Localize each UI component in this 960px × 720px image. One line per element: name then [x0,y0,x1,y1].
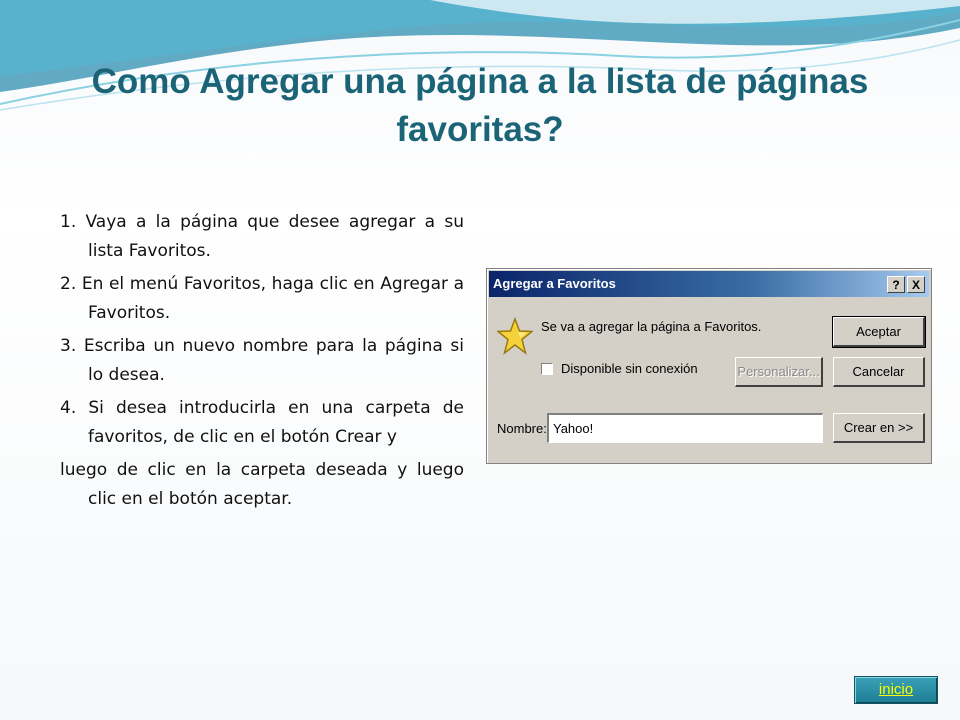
dialog-titlebar: Agregar a Favoritos ? X [489,271,929,297]
add-favorites-dialog: Agregar a Favoritos ? X Se va a agregar … [486,268,932,464]
close-button[interactable]: X [907,276,925,293]
step-4: 4. Si desea introducirla en una carpeta … [60,398,464,447]
personalize-button[interactable]: Personalizar... [735,357,823,387]
step-2: 2. En el menú Favoritos, haga clic en Ag… [60,274,464,323]
dialog-title: Agregar a Favoritos [493,276,616,291]
offline-option: Disponible sin conexión [541,361,698,376]
cancel-button[interactable]: Cancelar [833,357,925,387]
slide-title: Como Agregar una página a la lista de pá… [91,62,869,149]
step-5: luego de clic en la carpeta deseada y lu… [60,460,464,509]
name-input[interactable] [547,413,823,443]
offline-checkbox[interactable] [541,362,553,375]
star-icon [497,317,533,355]
help-button[interactable]: ? [887,276,905,293]
step-3: 3. Escriba un nuevo nombre para la págin… [60,336,464,385]
offline-checkbox-label: Disponible sin conexión [561,361,698,376]
inicio-link-button[interactable]: inicio [854,676,938,704]
create-in-button[interactable]: Crear en >> [833,413,925,443]
dialog-message: Se va a agregar la página a Favoritos. [541,319,762,334]
steps-list: 1. Vaya a la página que desee agregar a … [60,208,464,518]
step-1: 1. Vaya a la página que desee agregar a … [60,212,464,261]
name-label: Nombre: [497,421,547,436]
accept-button[interactable]: Aceptar [832,316,926,348]
